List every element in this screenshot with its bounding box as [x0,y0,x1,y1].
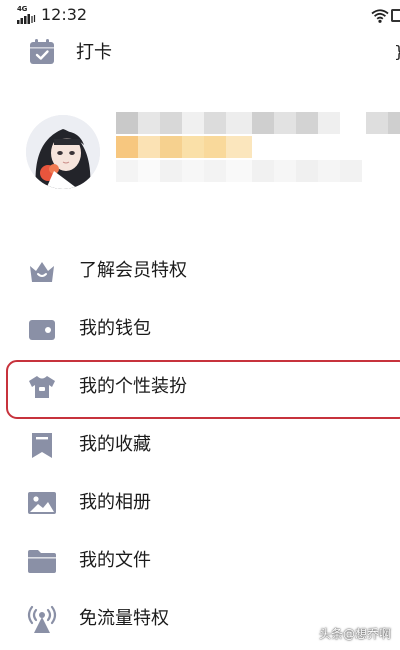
checkin-label: 打卡 [76,42,112,63]
wallet-icon [29,320,55,340]
status-bar: 4G 12:32 [0,0,400,32]
menu-item-label: 免流量特权 [79,608,169,629]
bookmark-icon [32,433,52,458]
status-time: 12:32 [41,5,88,24]
menu-item-label: 我的钱包 [79,318,151,339]
highlight-frame [6,360,400,419]
broadcast-icon [27,605,57,633]
network-type-label: 4G [17,5,28,13]
avatar[interactable] [26,115,100,189]
menu-item-label: 我的文件 [79,550,151,571]
calendar-check-icon [30,39,54,64]
menu-item-wallet[interactable]: 我的钱包 [0,301,400,357]
menu-item-files[interactable]: 我的文件 [0,533,400,589]
wifi-icon [371,9,389,23]
checkin-item[interactable]: 打卡 } [0,36,400,72]
menu-item-album[interactable]: 我的相册 [0,475,400,531]
folder-icon [28,550,56,573]
cut-off-text: } [394,42,400,62]
signal-icon: 4G [17,5,37,24]
battery-icon [391,9,400,22]
image-icon [28,492,56,514]
menu-item-label: 我的收藏 [79,434,151,455]
crown-icon [30,262,54,282]
menu-item-member-privileges[interactable]: 了解会员特权 [0,243,400,299]
menu-item-favorites[interactable]: 我的收藏 [0,417,400,473]
menu-item-label: 我的相册 [79,492,151,513]
menu-item-label: 了解会员特权 [79,260,187,281]
watermark: 头条@想乔啊 [319,627,392,641]
